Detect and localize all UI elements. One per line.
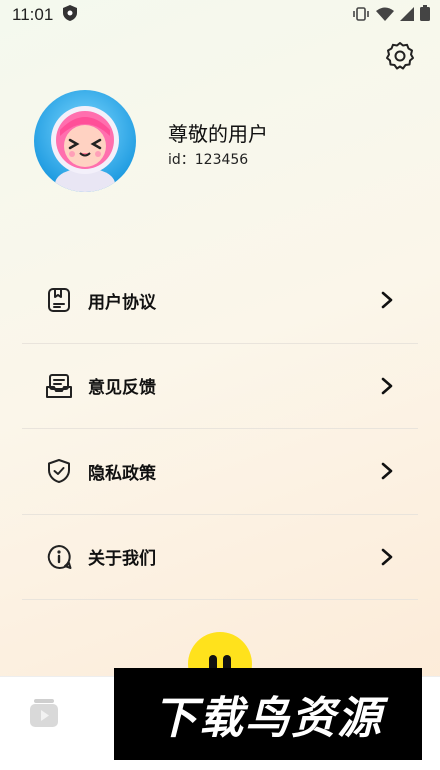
tab-home[interactable]	[28, 697, 60, 729]
menu-item-user-agreement[interactable]: 用户协议	[22, 258, 418, 344]
status-right	[352, 5, 430, 25]
menu-item-feedback[interactable]: 意见反馈	[22, 344, 418, 429]
menu-label: 用户协议	[88, 292, 156, 313]
profile-name: 尊敬的用户	[168, 122, 268, 146]
watermark: 下载鸟资源	[114, 668, 422, 760]
menu-item-about-us[interactable]: 关于我们	[22, 515, 418, 600]
battery-icon	[420, 5, 430, 25]
astronaut-avatar-illustration	[51, 106, 119, 192]
status-bar: 11:01	[0, 0, 440, 30]
watermark-text: 下载鸟资源	[153, 693, 383, 744]
info-icon	[44, 542, 74, 572]
document-icon	[44, 285, 74, 315]
shield-check-icon	[44, 456, 74, 486]
menu-label: 关于我们	[88, 549, 156, 570]
menu-label: 意见反馈	[88, 378, 156, 399]
settings-button[interactable]	[384, 42, 416, 74]
chevron-right-icon	[380, 377, 394, 395]
chevron-right-icon	[380, 548, 394, 566]
video-play-icon	[28, 699, 60, 733]
wifi-icon	[376, 6, 394, 25]
gear-icon	[385, 41, 415, 75]
chevron-right-icon	[380, 291, 394, 309]
profile-id: id：123456	[168, 152, 249, 168]
signal-icon	[400, 6, 414, 25]
status-time: 11:01	[12, 5, 54, 24]
status-left: 11:01	[12, 5, 78, 25]
menu-label: 隐私政策	[88, 463, 156, 484]
feedback-tray-icon	[44, 371, 74, 401]
chevron-right-icon	[380, 462, 394, 480]
shield-icon	[63, 5, 78, 25]
settings-menu: 用户协议 意见反馈 隐私政策 关于我们	[22, 258, 418, 600]
vibrate-icon	[352, 6, 370, 25]
menu-item-privacy-policy[interactable]: 隐私政策	[22, 429, 418, 515]
avatar[interactable]	[34, 90, 136, 192]
